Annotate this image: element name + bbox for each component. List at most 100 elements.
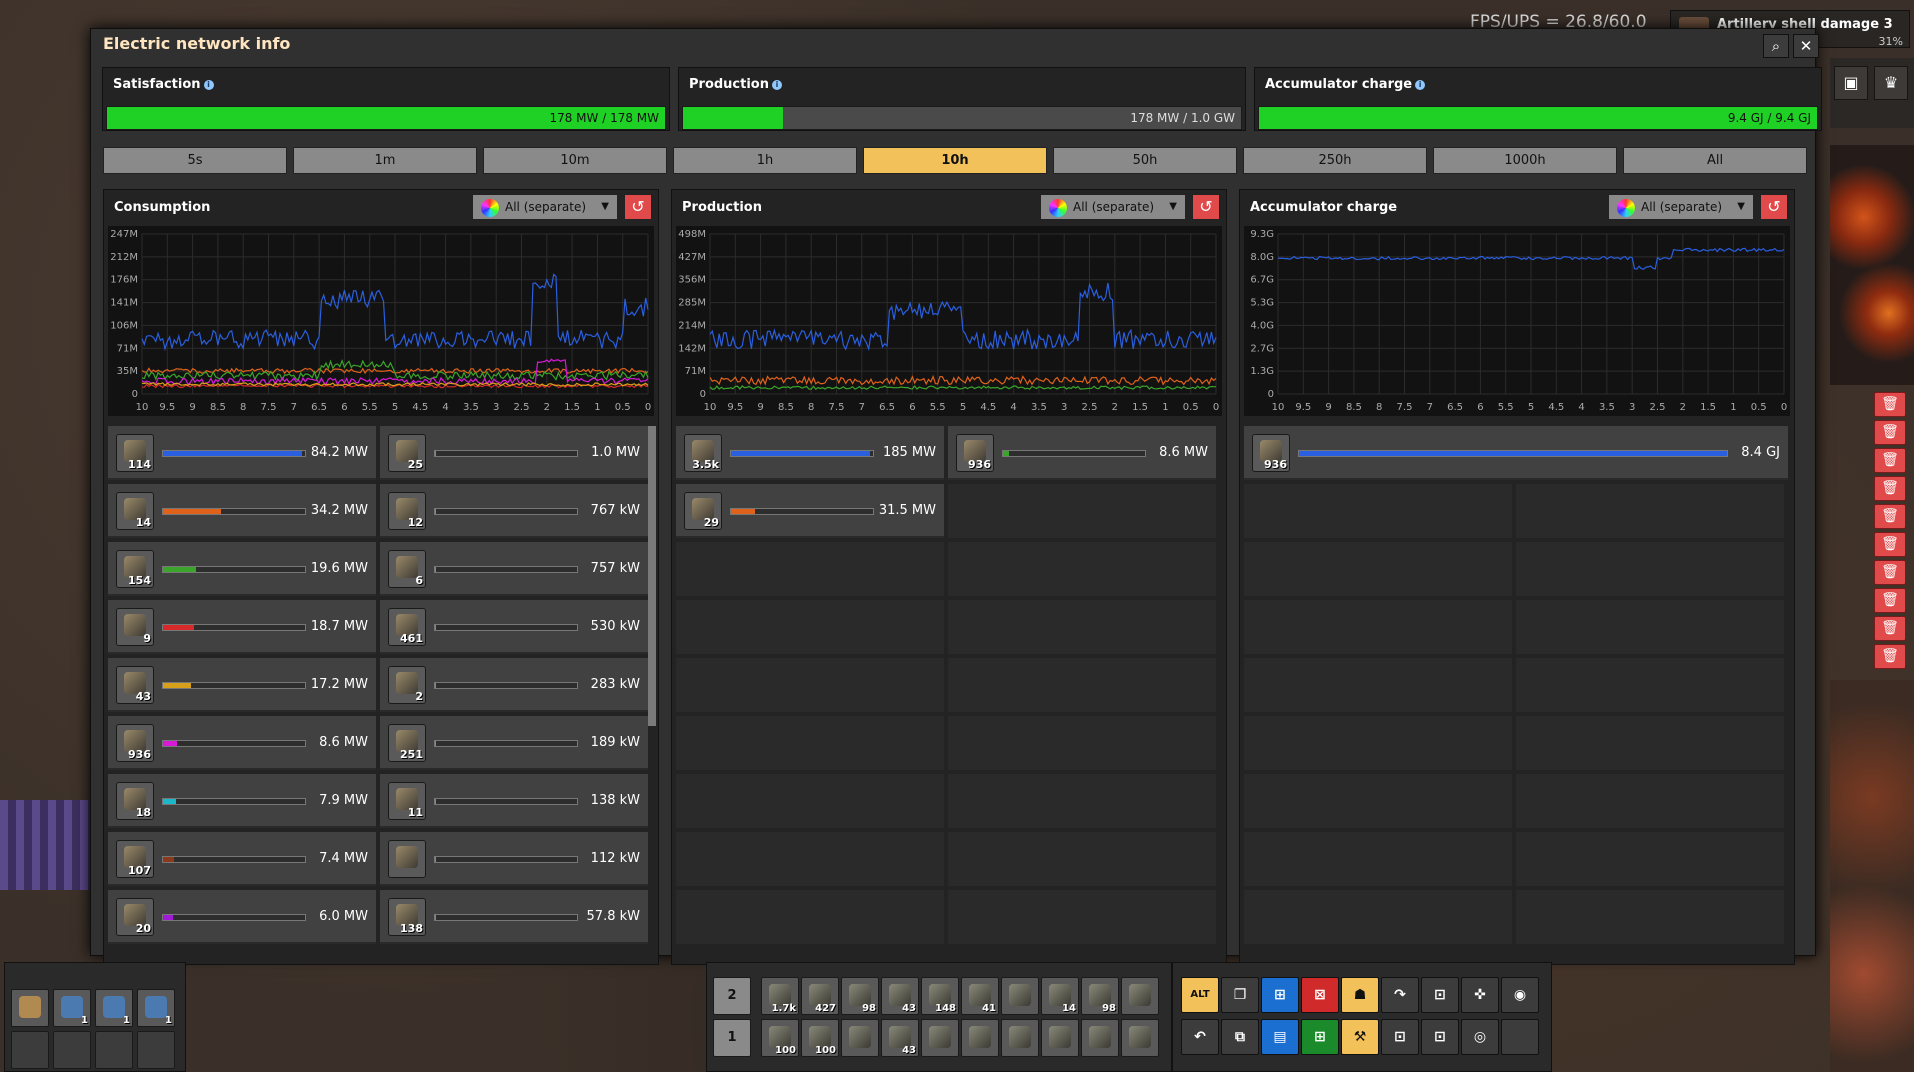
reset-icon[interactable]: ↺ bbox=[1760, 194, 1788, 220]
quickbar-slot[interactable]: 1.7k bbox=[761, 977, 799, 1015]
tab-All[interactable]: All bbox=[1623, 147, 1807, 174]
list-item[interactable]: 112 kW bbox=[380, 832, 648, 886]
hotbar-slot[interactable]: 1 bbox=[137, 989, 175, 1027]
scrollbar[interactable] bbox=[648, 426, 656, 726]
quickbar-page-button[interactable]: 2 bbox=[713, 977, 751, 1015]
quickbar-slot[interactable] bbox=[1121, 1019, 1159, 1057]
info-icon[interactable]: i bbox=[203, 79, 214, 90]
reset-icon[interactable]: ↺ bbox=[624, 194, 652, 220]
hotbar-slot[interactable]: 1 bbox=[95, 989, 133, 1027]
paste-icon[interactable]: ⊡ bbox=[1381, 1019, 1419, 1055]
train-icon[interactable]: ▣ bbox=[1834, 66, 1868, 100]
alt-mode-icon[interactable]: ALT bbox=[1181, 977, 1219, 1013]
trash-icon[interactable]: 🗑 bbox=[1874, 504, 1906, 529]
trash-icon[interactable]: 🗑 bbox=[1874, 644, 1906, 669]
search-icon[interactable]: ⌕ bbox=[1763, 34, 1789, 58]
list-item[interactable]: 12 767 kW bbox=[380, 484, 648, 538]
select-icon[interactable]: ⊞ bbox=[1301, 1019, 1339, 1055]
blueprint-icon[interactable]: ⊞ bbox=[1261, 977, 1299, 1013]
copy-icon[interactable]: ❐ bbox=[1221, 977, 1259, 1013]
quickbar-slot[interactable]: 98 bbox=[1081, 977, 1119, 1015]
toggle-personal-roboport-icon[interactable]: ☗ bbox=[1341, 977, 1379, 1013]
list-item[interactable]: 3.5k 185 MW bbox=[676, 426, 944, 480]
list-item[interactable]: 29 31.5 MW bbox=[676, 484, 944, 538]
empty-icon[interactable] bbox=[1501, 1019, 1539, 1055]
trash-icon[interactable]: 🗑 bbox=[1874, 560, 1906, 585]
tab-50h[interactable]: 50h bbox=[1053, 147, 1237, 174]
trash-icon[interactable]: 🗑 bbox=[1874, 588, 1906, 613]
list-item[interactable]: 461 530 kW bbox=[380, 600, 648, 654]
list-item[interactable]: 107 7.4 MW bbox=[108, 832, 376, 886]
tab-250h[interactable]: 250h bbox=[1243, 147, 1427, 174]
quickbar-slot[interactable]: 43 bbox=[881, 977, 919, 1015]
quickbar-slot[interactable] bbox=[1001, 977, 1039, 1015]
reset-icon[interactable]: ↺ bbox=[1192, 194, 1220, 220]
accumulator-filter-dropdown[interactable]: All (separate) ▼ bbox=[1608, 194, 1754, 220]
list-item[interactable]: 2 283 kW bbox=[380, 658, 648, 712]
list-item[interactable]: 43 17.2 MW bbox=[108, 658, 376, 712]
quickbar-slot[interactable] bbox=[961, 1019, 999, 1057]
tab-1000h[interactable]: 1000h bbox=[1433, 147, 1617, 174]
list-item[interactable]: 936 8.6 MW bbox=[948, 426, 1216, 480]
hotbar-slot[interactable] bbox=[53, 1031, 91, 1069]
trash-icon[interactable]: 🗑 bbox=[1874, 476, 1906, 501]
hotbar-slot[interactable] bbox=[95, 1031, 133, 1069]
artillery-icon[interactable]: ✜ bbox=[1461, 977, 1499, 1013]
quickbar-slot[interactable] bbox=[1001, 1019, 1039, 1057]
info-icon[interactable]: i bbox=[1415, 79, 1426, 90]
quickbar-slot[interactable]: 100 bbox=[761, 1019, 799, 1057]
quickbar-slot[interactable]: 98 bbox=[841, 977, 879, 1015]
quickbar-slot[interactable]: 41 bbox=[961, 977, 999, 1015]
trash-icon[interactable]: 🗑 bbox=[1874, 392, 1906, 417]
camera-icon[interactable]: ◉ bbox=[1501, 977, 1539, 1013]
list-item[interactable]: 6 757 kW bbox=[380, 542, 648, 596]
hotbar-slot[interactable]: 1 bbox=[53, 989, 91, 1027]
list-item[interactable]: 114 84.2 MW bbox=[108, 426, 376, 480]
trash-icon[interactable]: 🗑 bbox=[1874, 616, 1906, 641]
close-icon[interactable]: ✕ bbox=[1793, 34, 1819, 58]
production-filter-dropdown[interactable]: All (separate) ▼ bbox=[1040, 194, 1186, 220]
cut-icon[interactable]: ⧉ bbox=[1221, 1019, 1259, 1055]
wrench-icon[interactable]: ⚒ bbox=[1341, 1019, 1379, 1055]
tab-1m[interactable]: 1m bbox=[293, 147, 477, 174]
quickbar-slot[interactable]: 100 bbox=[801, 1019, 839, 1057]
quickbar-slot[interactable] bbox=[1041, 1019, 1079, 1057]
trash-icon[interactable]: 🗑 bbox=[1874, 448, 1906, 473]
quickbar-slot[interactable]: 148 bbox=[921, 977, 959, 1015]
undo-icon[interactable]: ↷ bbox=[1381, 977, 1419, 1013]
info-icon[interactable]: i bbox=[772, 79, 782, 90]
consumption-filter-dropdown[interactable]: All (separate) ▼ bbox=[472, 194, 618, 220]
quickbar-page-button[interactable]: 1 bbox=[713, 1019, 751, 1057]
trash-icon[interactable]: 🗑 bbox=[1874, 532, 1906, 557]
list-item[interactable]: 154 19.6 MW bbox=[108, 542, 376, 596]
hotbar-slot[interactable] bbox=[137, 1031, 175, 1069]
tab-5s[interactable]: 5s bbox=[103, 147, 287, 174]
quickbar-slot[interactable]: 14 bbox=[1041, 977, 1079, 1015]
list-item[interactable]: 936 8.4 GJ bbox=[1244, 426, 1788, 480]
deconstruct-icon[interactable]: ⊠ bbox=[1301, 977, 1339, 1013]
quickbar-slot[interactable] bbox=[841, 1019, 879, 1057]
list-item[interactable]: 9 18.7 MW bbox=[108, 600, 376, 654]
list-item[interactable]: 11 138 kW bbox=[380, 774, 648, 828]
list-item[interactable]: 138 57.8 kW bbox=[380, 890, 648, 944]
tab-10h[interactable]: 10h bbox=[863, 147, 1047, 174]
trash-icon[interactable]: 🗑 bbox=[1874, 420, 1906, 445]
upgrade-icon[interactable]: ⊡ bbox=[1421, 977, 1459, 1013]
quickbar-slot[interactable]: 43 bbox=[881, 1019, 919, 1057]
list-item[interactable]: 251 189 kW bbox=[380, 716, 648, 770]
hotbar-slot[interactable] bbox=[11, 1031, 49, 1069]
hotbar-slot[interactable] bbox=[11, 989, 49, 1027]
quickbar-slot[interactable] bbox=[921, 1019, 959, 1057]
tab-10m[interactable]: 10m bbox=[483, 147, 667, 174]
redo-icon[interactable]: ↶ bbox=[1181, 1019, 1219, 1055]
quickbar-slot[interactable]: 427 bbox=[801, 977, 839, 1015]
list-item[interactable]: 20 6.0 MW bbox=[108, 890, 376, 944]
tab-1h[interactable]: 1h bbox=[673, 147, 857, 174]
list-item[interactable]: 25 1.0 MW bbox=[380, 426, 648, 480]
list-item[interactable]: 936 8.6 MW bbox=[108, 716, 376, 770]
blueprint-book-icon[interactable]: ▤ bbox=[1261, 1019, 1299, 1055]
quickbar-slot[interactable] bbox=[1121, 977, 1159, 1015]
list-item[interactable]: 18 7.9 MW bbox=[108, 774, 376, 828]
list-item[interactable]: 14 34.2 MW bbox=[108, 484, 376, 538]
filter-icon[interactable]: ⊡ bbox=[1421, 1019, 1459, 1055]
